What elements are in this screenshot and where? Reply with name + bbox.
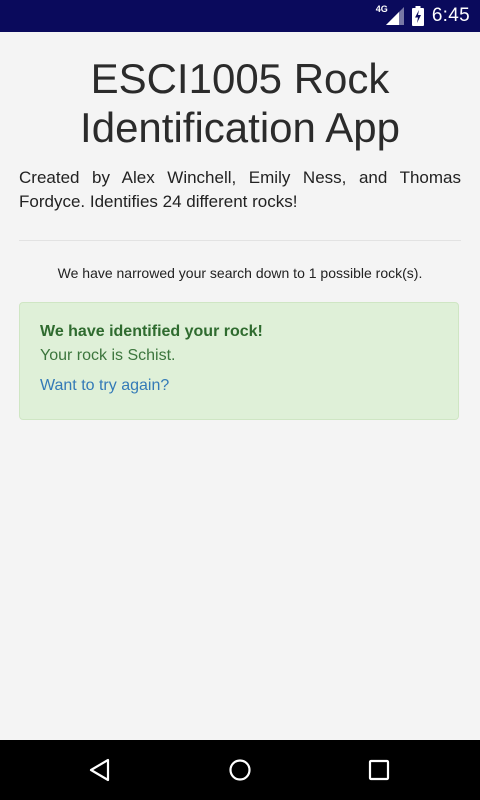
- status-clock: 6:45: [431, 5, 470, 26]
- page-subtitle: Created by Alex Winchell, Emily Ness, an…: [19, 168, 461, 211]
- main-content: ESCI1005 Rock Identification App Created…: [0, 32, 480, 740]
- home-button[interactable]: [200, 740, 280, 800]
- page-title: ESCI1005 Rock Identification App: [80, 55, 400, 151]
- result-heading: We have identified your rock!: [40, 323, 263, 340]
- recents-icon: [368, 759, 390, 781]
- back-icon: [89, 758, 110, 782]
- result-alert: We have identified your rock! Your rock …: [19, 302, 459, 420]
- back-button[interactable]: [60, 740, 140, 800]
- search-status-text: We have narrowed your search down to 1 p…: [57, 265, 423, 281]
- home-icon: [229, 759, 251, 781]
- network-type-label: 4G: [375, 4, 388, 14]
- status-bar: 4G 6:45: [0, 0, 480, 32]
- battery-charging-icon: [411, 6, 424, 26]
- status-icons: 4G 6:45: [376, 0, 470, 32]
- try-again-link[interactable]: Want to try again?: [40, 374, 169, 398]
- navigation-bar: [0, 740, 480, 800]
- divider: [19, 240, 461, 241]
- result-message: Your rock is Schist.: [40, 347, 176, 364]
- signal-icon: [385, 7, 404, 25]
- recents-button[interactable]: [339, 740, 419, 800]
